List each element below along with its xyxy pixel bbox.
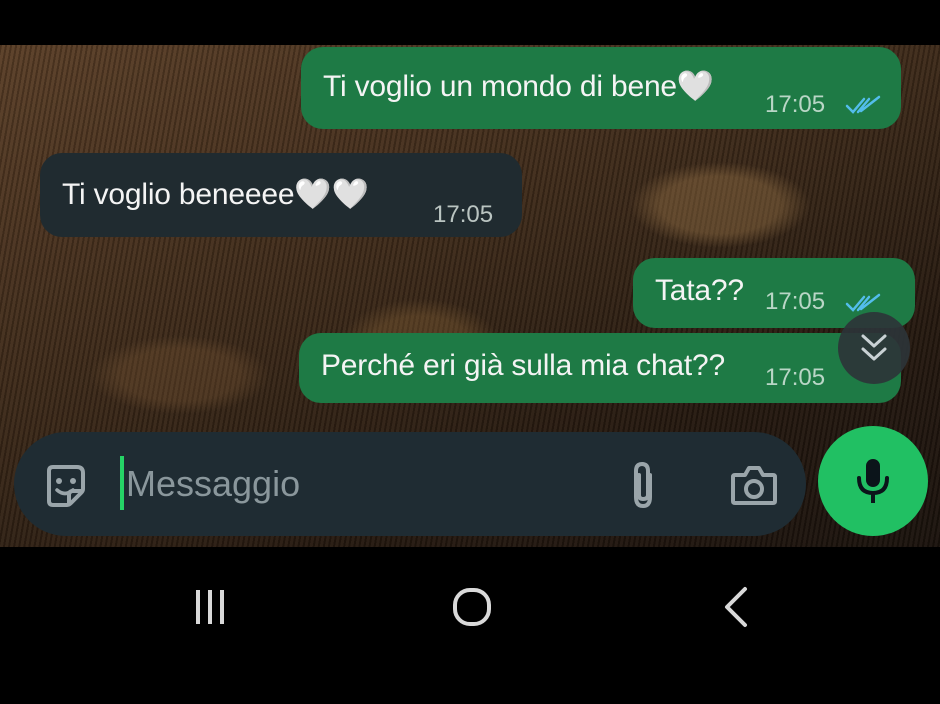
paperclip-icon <box>634 461 652 509</box>
sticker-button[interactable] <box>38 458 92 512</box>
camera-button[interactable] <box>726 460 782 510</box>
camera-icon <box>731 466 777 505</box>
read-ticks-icon <box>845 95 881 114</box>
double-chevron-down-icon <box>861 334 887 361</box>
voice-message-button[interactable] <box>818 426 928 536</box>
microphone-icon <box>857 459 889 503</box>
message-bubble-outgoing[interactable]: Perché eri già sulla mia chat?? 17:05 <box>299 333 901 403</box>
text-caret <box>120 456 124 510</box>
recent-apps-button[interactable] <box>180 584 240 630</box>
read-ticks-icon <box>845 293 881 312</box>
message-text: Tata?? <box>655 274 744 307</box>
back-icon <box>725 587 747 627</box>
message-bubble-outgoing[interactable]: Ti voglio un mondo di bene🤍 17:05 <box>301 47 901 129</box>
message-time: 17:05 <box>433 201 494 228</box>
back-button[interactable] <box>712 582 760 632</box>
home-button[interactable] <box>444 580 500 634</box>
scroll-to-bottom-button[interactable] <box>838 312 910 384</box>
recent-apps-icon <box>196 590 224 624</box>
message-time: 17:05 <box>765 91 826 118</box>
message-time: 17:05 <box>765 288 826 315</box>
attach-button[interactable] <box>618 456 668 514</box>
sticker-icon <box>47 465 85 507</box>
message-time: 17:05 <box>765 364 826 391</box>
message-text: Ti voglio un mondo di bene🤍 <box>323 70 715 103</box>
message-placeholder: Messaggio <box>126 463 301 504</box>
message-text: Ti voglio beneeee🤍🤍 <box>62 178 369 211</box>
message-bubble-incoming[interactable]: Ti voglio beneeee🤍🤍 17:05 <box>40 153 522 237</box>
home-icon <box>453 588 491 626</box>
message-text: Perché eri già sulla mia chat?? <box>321 349 726 382</box>
